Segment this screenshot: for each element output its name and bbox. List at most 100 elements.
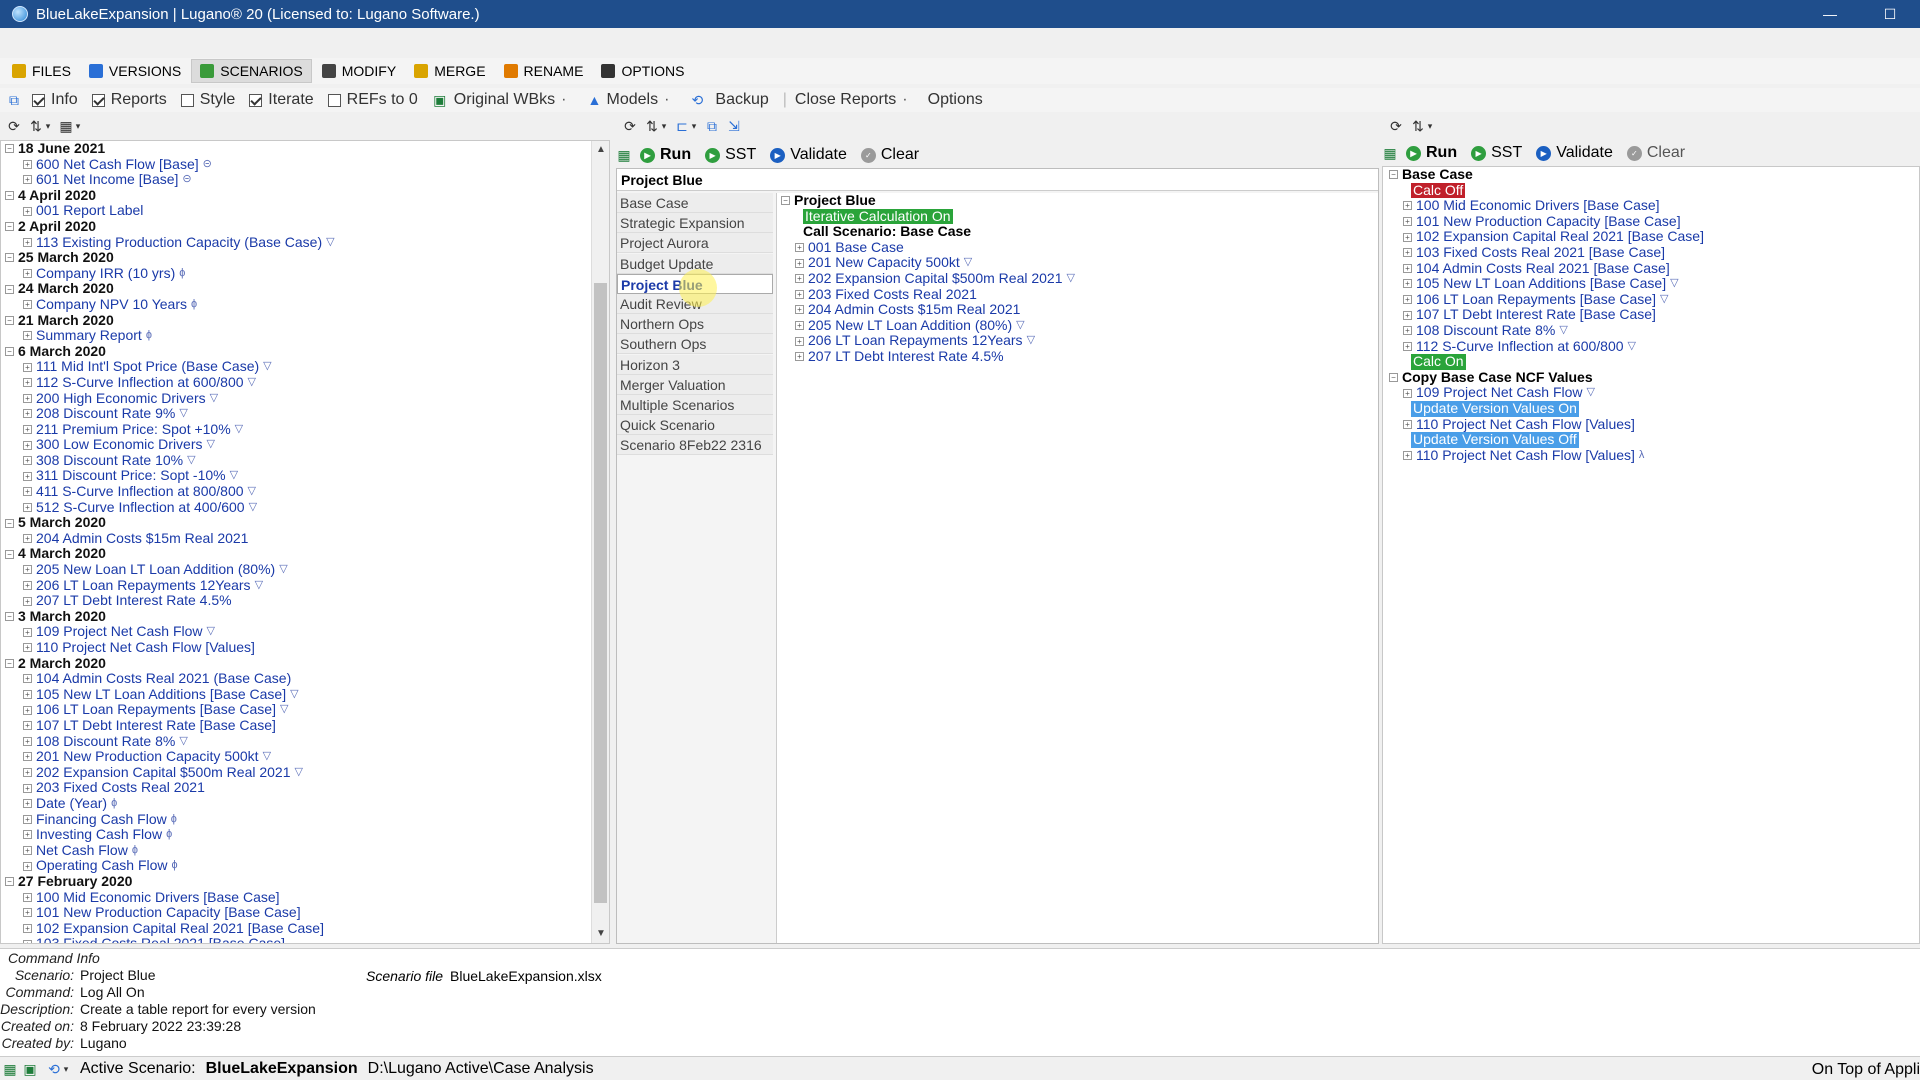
minimize-button[interactable]: —	[1800, 0, 1860, 28]
version-item[interactable]: +201 New Production Capacity 500kt ▽	[5, 749, 335, 765]
run-button[interactable]: ▶ Run	[640, 146, 691, 164]
base-case-item[interactable]: +106 LT Loan Repayments [Base Case] ▽	[1389, 291, 1919, 308]
sort-icon[interactable]: ⇅	[28, 118, 44, 134]
expand-icon[interactable]: +	[23, 736, 32, 746]
collapse-icon[interactable]: −	[5, 191, 14, 201]
date-group-node[interactable]: −2 March 2020	[5, 655, 335, 672]
date-group-node[interactable]: −4 April 2020	[5, 187, 335, 204]
version-item[interactable]: + Company IRR (10 yrs) ɸ	[5, 265, 335, 282]
dropdown-arrow-icon[interactable]: ▾	[44, 118, 52, 134]
update-version-on-tag[interactable]: Update Version Values On	[1389, 400, 1919, 417]
backup-button[interactable]: ⟲ Backup	[689, 91, 769, 109]
expand-icon[interactable]: +	[23, 378, 32, 388]
list-item[interactable]: +110 Project Net Cash Flow [Values] λ	[1389, 447, 1919, 464]
expand-icon[interactable]: +	[23, 923, 32, 933]
expand-icon[interactable]: +	[1403, 279, 1412, 289]
scroll-up-icon[interactable]: ▲	[592, 141, 609, 159]
dropdown-arrow-icon[interactable]: ▾	[660, 118, 668, 134]
scenario-sheet-icon[interactable]: ▦	[616, 147, 632, 163]
version-item[interactable]: + Summary Report ɸ	[5, 328, 335, 344]
version-item[interactable]: +111 Mid Int'l Spot Price (Base Case) ▽	[5, 359, 335, 375]
clear-button[interactable]: ✓ Clear	[860, 146, 919, 164]
version-item[interactable]: +109 Project Net Cash Flow ▽	[5, 624, 335, 640]
expand-icon[interactable]: +	[23, 175, 32, 185]
scenario-sheet-icon[interactable]: ▦	[2, 1061, 18, 1077]
base-case-item[interactable]: +107 LT Debt Interest Rate [Base Case]	[1389, 307, 1919, 323]
refs-checkbox[interactable]: REFs to 0	[327, 91, 418, 109]
scenario-list-item[interactable]: Project Aurora	[617, 233, 773, 254]
scenario-command-item[interactable]: +001 Base Case	[781, 239, 1378, 256]
expand-icon[interactable]: +	[23, 861, 32, 871]
expand-icon[interactable]: +	[23, 440, 32, 450]
expand-icon[interactable]: +	[1403, 341, 1412, 351]
refresh-icon[interactable]: ⟳	[622, 118, 638, 134]
scenario-list-item[interactable]: Horizon 3	[617, 354, 773, 375]
collapse-icon[interactable]: −	[5, 284, 14, 294]
version-item[interactable]: +112 S-Curve Inflection at 600/800 ▽	[5, 374, 335, 391]
expand-icon[interactable]: +	[23, 502, 32, 512]
version-item[interactable]: +001 Report Label	[5, 203, 335, 219]
right-sst-button[interactable]: ▶ SST	[1471, 144, 1522, 162]
refresh-icon[interactable]: ⟳	[6, 118, 22, 134]
tab-options[interactable]: OPTIONS	[593, 59, 692, 83]
vertical-scrollbar[interactable]: ▲ ▼	[591, 141, 609, 943]
version-item[interactable]: +100 Mid Economic Drivers [Base Case]	[5, 889, 335, 906]
sort-icon[interactable]: ⇅	[1410, 118, 1426, 134]
tab-files[interactable]: FILES	[4, 59, 79, 83]
version-item[interactable]: +107 LT Debt Interest Rate [Base Case]	[5, 717, 335, 734]
expand-icon[interactable]: +	[1403, 248, 1412, 258]
expand-icon[interactable]: +	[23, 892, 32, 902]
expand-icon[interactable]: +	[1403, 263, 1412, 273]
expand-icon[interactable]: +	[23, 643, 32, 653]
collapse-icon[interactable]: −	[5, 877, 14, 887]
expand-icon[interactable]: +	[23, 768, 32, 778]
options-button[interactable]: Options	[928, 91, 983, 109]
expand-icon[interactable]: +	[23, 580, 32, 590]
base-case-item[interactable]: +101 New Production Capacity [Base Case]	[1389, 213, 1919, 230]
base-case-node[interactable]: − Base Case	[1389, 166, 1919, 183]
expand-icon[interactable]: +	[795, 274, 804, 284]
expand-icon[interactable]: +	[795, 243, 804, 253]
version-item[interactable]: +308 Discount Rate 10% ▽	[5, 452, 335, 469]
date-group-node[interactable]: −3 March 2020	[5, 608, 335, 625]
date-group-node[interactable]: −18 June 2021	[5, 141, 335, 157]
expand-icon[interactable]: +	[23, 705, 32, 715]
list-item[interactable]: +109 Project Net Cash Flow ▽	[1389, 385, 1919, 401]
style-checkbox[interactable]: Style	[180, 91, 235, 109]
expand-icon[interactable]: +	[1403, 217, 1412, 227]
expand-icon[interactable]: +	[23, 596, 32, 606]
scenario-list-item[interactable]: Quick Scenario	[617, 415, 773, 436]
version-item[interactable]: +206 LT Loan Repayments 12Years ▽	[5, 577, 335, 594]
expand-icon[interactable]: +	[23, 300, 32, 310]
expand-icon[interactable]: +	[23, 206, 32, 216]
expand-icon[interactable]: +	[795, 321, 804, 331]
base-case-item[interactable]: +103 Fixed Costs Real 2021 [Base Case]	[1389, 244, 1919, 261]
dropdown-arrow-icon[interactable]: ▾	[74, 118, 82, 134]
scenario-list-item[interactable]: Multiple Scenarios	[617, 394, 773, 415]
expand-icon[interactable]: +	[23, 799, 32, 809]
scenario-command-item[interactable]: +205 New LT Loan Addition (80%) ▽	[781, 317, 1378, 334]
date-group-node[interactable]: −27 February 2020	[5, 873, 335, 890]
version-item[interactable]: +104 Admin Costs Real 2021 (Base Case)	[5, 671, 335, 687]
expand-icon[interactable]: +	[23, 237, 32, 247]
tab-modify[interactable]: MODIFY	[314, 59, 404, 83]
date-group-node[interactable]: −24 March 2020	[5, 281, 335, 297]
scenario-sheet-icon[interactable]: ▦	[1382, 145, 1398, 161]
version-item[interactable]: +113 Existing Production Capacity (Base …	[5, 234, 335, 251]
scenario-command-item[interactable]: +201 New Capacity 500kt ▽	[781, 255, 1378, 271]
version-item[interactable]: +204 Admin Costs $15m Real 2021	[5, 530, 335, 547]
scenario-command-item[interactable]: +207 LT Debt Interest Rate 4.5%	[781, 348, 1378, 365]
version-item[interactable]: +512 S-Curve Inflection at 400/600 ▽	[5, 499, 335, 516]
version-item[interactable]: +101 New Production Capacity [Base Case]	[5, 904, 335, 921]
scenario-command-item[interactable]: +204 Admin Costs $15m Real 2021	[781, 302, 1378, 318]
expand-icon[interactable]: +	[23, 783, 32, 793]
version-item[interactable]: +311 Discount Price: Sopt -10% ▽	[5, 468, 335, 484]
update-version-off-tag[interactable]: Update Version Values Off	[1389, 431, 1919, 448]
grid-view-icon[interactable]: ▦	[58, 118, 74, 134]
version-item[interactable]: +108 Discount Rate 8% ▽	[5, 733, 335, 750]
expand-icon[interactable]: +	[795, 289, 804, 299]
expand-icon[interactable]: +	[1403, 310, 1412, 320]
version-item[interactable]: +601 Net Income [Base] ⊝	[5, 172, 335, 188]
panel-toggle-icon[interactable]: ⧉	[6, 92, 22, 108]
expand-icon[interactable]: +	[23, 939, 32, 943]
